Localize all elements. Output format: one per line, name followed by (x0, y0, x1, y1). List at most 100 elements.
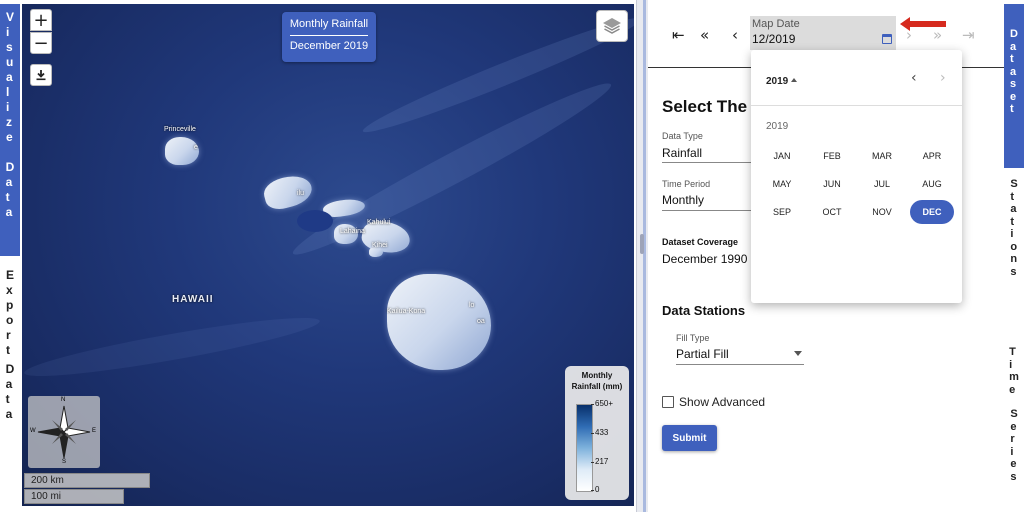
tab-letter: S (1010, 178, 1018, 190)
place-kihei: Kihei (372, 242, 388, 249)
island-oahu (260, 171, 316, 213)
tab-letter: m (1009, 371, 1019, 383)
download-button[interactable] (30, 64, 52, 86)
tab-data-letters: Data (6, 160, 15, 220)
map-title-line1: Monthly Rainfall (289, 18, 369, 30)
data-type-underline (662, 162, 752, 163)
panel-splitter[interactable] (636, 0, 648, 512)
tab-letter: r (1010, 433, 1015, 445)
tab-letter: a (5, 407, 13, 421)
first-date-button[interactable]: ⇤ (672, 26, 685, 44)
picker-prev-button[interactable]: ‹ (911, 70, 917, 86)
picker-divider (751, 105, 962, 106)
tab-export-data[interactable]: Export Data (0, 262, 20, 422)
month-apr[interactable]: APR (910, 144, 954, 168)
tab-letter: i (1010, 228, 1014, 240)
tab-letter: t (5, 190, 10, 204)
compass-s: S (62, 459, 67, 465)
compass-icon (37, 405, 91, 459)
next-date-button[interactable]: › (906, 26, 912, 44)
map-title-box: Monthly Rainfall December 2019 (282, 12, 376, 62)
tab-letter: a (5, 70, 13, 84)
month-may[interactable]: MAY (760, 172, 804, 196)
month-picker-popup: 2019 ‹ › 2019 JAN FEB MAR APR MAY JUN JUL AUG SE… (751, 50, 962, 303)
next-fast-button[interactable]: » (933, 26, 942, 44)
tab-letter: e (1009, 383, 1016, 396)
tab-visualize-data[interactable]: Visualize Data (0, 4, 20, 256)
layers-button[interactable] (596, 10, 628, 42)
time-period-select[interactable]: Monthly (662, 193, 704, 207)
compass-w: W (30, 428, 36, 434)
tab-letter: p (5, 298, 14, 312)
tab-letter: D (5, 160, 15, 174)
place-lahaina: Lahaina (340, 228, 365, 235)
splitter-handle[interactable] (640, 234, 644, 254)
tab-letter: n (1010, 253, 1018, 265)
sea-ridge (22, 308, 322, 386)
tab-letter: T (1009, 346, 1016, 358)
place-kailua-kona: Kailua-Kona (387, 308, 426, 315)
month-oct[interactable]: OCT (810, 200, 854, 224)
tab-series-letters: Series (1010, 408, 1017, 483)
zoom-in-button[interactable]: + (30, 9, 52, 31)
tab-letter: t (1010, 215, 1014, 228)
dataset-coverage-value: December 1990 - (662, 252, 755, 266)
tab-letter: i (5, 25, 10, 39)
year-select-button[interactable]: 2019 (766, 76, 798, 87)
tab-letter: x (5, 283, 13, 297)
fill-type-label: Fill Type (676, 333, 710, 343)
month-aug[interactable]: AUG (910, 172, 954, 196)
tab-time-series[interactable]: Time Series (1004, 346, 1024, 496)
month-dec[interactable]: DEC (910, 200, 954, 224)
zoom-out-button[interactable]: − (30, 32, 52, 54)
tab-export-data-letters: Data (6, 362, 15, 422)
tab-letter: l (5, 85, 10, 99)
fill-type-select[interactable]: Partial Fill (676, 347, 729, 361)
tab-stations[interactable]: Stations (1004, 178, 1024, 288)
chevron-down-icon[interactable] (794, 351, 802, 356)
time-period-label: Time Period (662, 179, 711, 189)
picker-next-button[interactable]: › (940, 70, 946, 86)
month-mar[interactable]: MAR (860, 144, 904, 168)
tab-stations-letters: Stations (1010, 178, 1017, 278)
tab-letter: u (5, 55, 14, 69)
tab-letter: a (5, 175, 13, 189)
tab-letter: t (1010, 53, 1014, 65)
last-date-button[interactable]: ⇥ (962, 26, 975, 44)
prev-fast-button[interactable]: « (700, 26, 709, 44)
tab-letter: D (1010, 28, 1018, 40)
tab-letter: t (5, 343, 10, 357)
tab-letter: s (1010, 265, 1017, 278)
submit-button[interactable]: Submit (662, 425, 717, 451)
prev-date-button[interactable]: ‹ (732, 26, 738, 44)
tab-letter: a (1010, 203, 1017, 215)
month-nov[interactable]: NOV (860, 200, 904, 224)
show-advanced-checkbox[interactable] (662, 396, 674, 408)
month-jul[interactable]: JUL (860, 172, 904, 196)
legend-color-bar (576, 404, 593, 492)
sea-ridge (358, 8, 634, 142)
tab-letter: e (1010, 458, 1017, 470)
tab-visualize-letters: Visualize (6, 10, 14, 145)
tab-letter: e (1010, 90, 1017, 103)
picker-year-label: 2019 (766, 121, 789, 132)
tab-letter: S (1010, 408, 1018, 420)
month-jun[interactable]: JUN (810, 172, 854, 196)
month-sep[interactable]: SEP (760, 200, 804, 224)
legend-tick: 650+ (590, 399, 614, 408)
map-title-divider (290, 35, 368, 36)
app-root: Visualize Data Export Data Princeville e… (0, 0, 1024, 512)
data-stations-title: Data Stations (662, 303, 746, 318)
legend-tick: 217 (590, 457, 609, 466)
island-kauai (165, 137, 199, 165)
legend-title: Monthly (581, 371, 613, 380)
map-view[interactable]: Princeville e ilu Kahului Lahaina Kihei … (22, 4, 634, 506)
tab-dataset[interactable]: Dataset (1004, 4, 1024, 168)
legend-tick: 433 (590, 428, 609, 437)
data-type-select[interactable]: Rainfall (662, 146, 702, 160)
calendar-icon[interactable] (882, 34, 892, 44)
month-feb[interactable]: FEB (810, 144, 854, 168)
month-jan[interactable]: JAN (760, 144, 804, 168)
show-advanced-label[interactable]: Show Advanced (679, 395, 765, 409)
map-date-field[interactable]: Map Date 12/2019 (750, 16, 896, 50)
